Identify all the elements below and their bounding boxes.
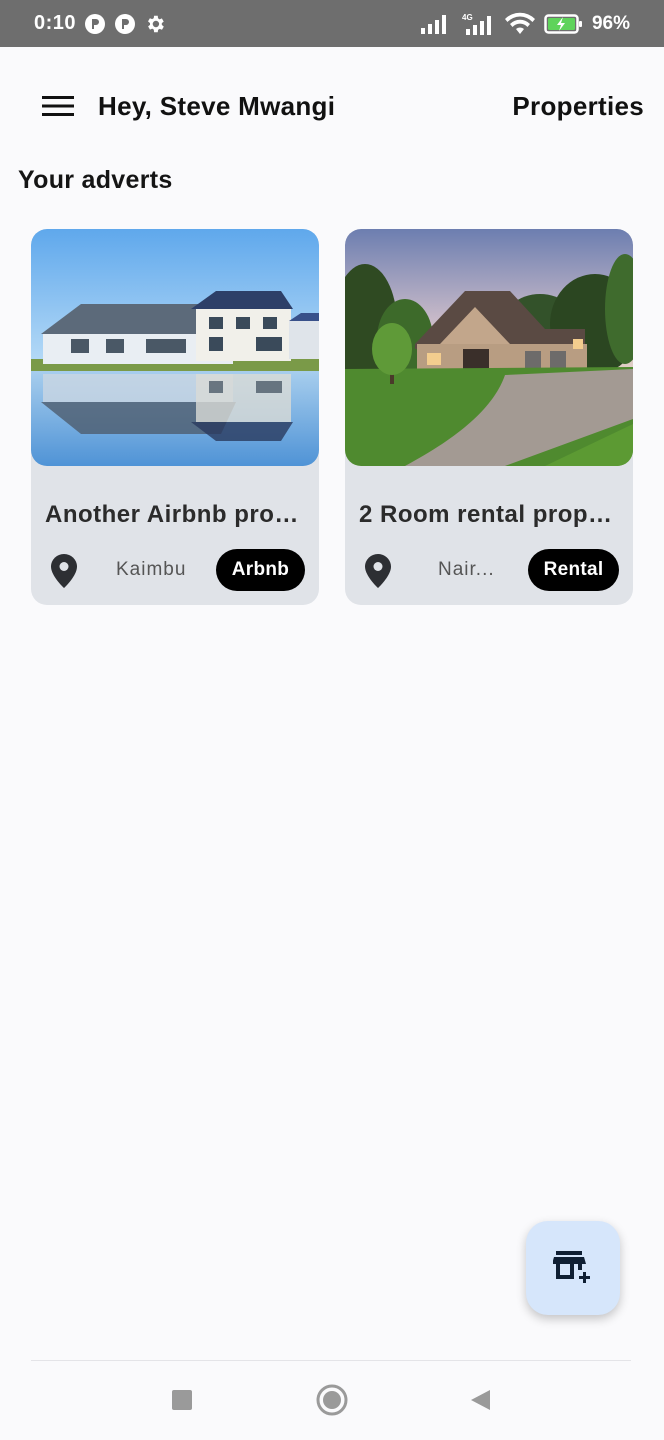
app-bar: Hey, Steve Mwangi Properties <box>0 47 664 165</box>
battery-charging-icon <box>544 13 584 35</box>
gear-icon <box>144 13 166 35</box>
back-triangle-icon[interactable] <box>460 1380 500 1420</box>
parking-icon <box>114 13 136 35</box>
advert-location: Kaimbu <box>116 559 187 580</box>
battery-percent: 96% <box>591 12 630 34</box>
parking-icon <box>84 13 106 35</box>
nav-divider <box>31 1360 631 1361</box>
advert-card[interactable]: Another Airbnb property Kaimbu Arbnb <box>31 229 319 605</box>
page-title: Properties <box>512 90 644 121</box>
advert-location: Nair... <box>438 559 495 580</box>
signal-icon <box>420 13 450 35</box>
add-store-icon <box>552 1249 593 1288</box>
wifi-icon <box>504 12 536 36</box>
add-advert-button[interactable] <box>526 1221 620 1315</box>
advert-title: Another Airbnb property <box>45 501 307 528</box>
lakeside-houses-photo <box>31 229 319 466</box>
hamburger-menu-icon[interactable] <box>40 88 76 124</box>
signal-4g-icon: 4G <box>458 12 496 36</box>
status-right: 4G 96% <box>420 12 630 36</box>
network-label: 4G <box>462 13 473 22</box>
status-left: 0:10 <box>34 12 166 35</box>
greeting: Hey, Steve Mwangi <box>98 90 336 121</box>
home-circle-icon[interactable] <box>312 1380 352 1420</box>
location-pin-icon <box>365 554 391 588</box>
recents-square-icon[interactable] <box>162 1380 202 1420</box>
section-title: Your adverts <box>18 166 173 194</box>
advert-title: 2 Room rental property <box>359 501 621 528</box>
advert-type-badge: Rental <box>528 549 619 591</box>
status-time: 0:10 <box>34 12 77 34</box>
advert-type-badge: Arbnb <box>216 549 305 591</box>
location-pin-icon <box>51 554 77 588</box>
status-bar: 0:10 4G 96% <box>0 0 664 47</box>
stone-house-photo <box>345 229 633 466</box>
advert-card[interactable]: 2 Room rental property Nair... Rental <box>345 229 633 605</box>
